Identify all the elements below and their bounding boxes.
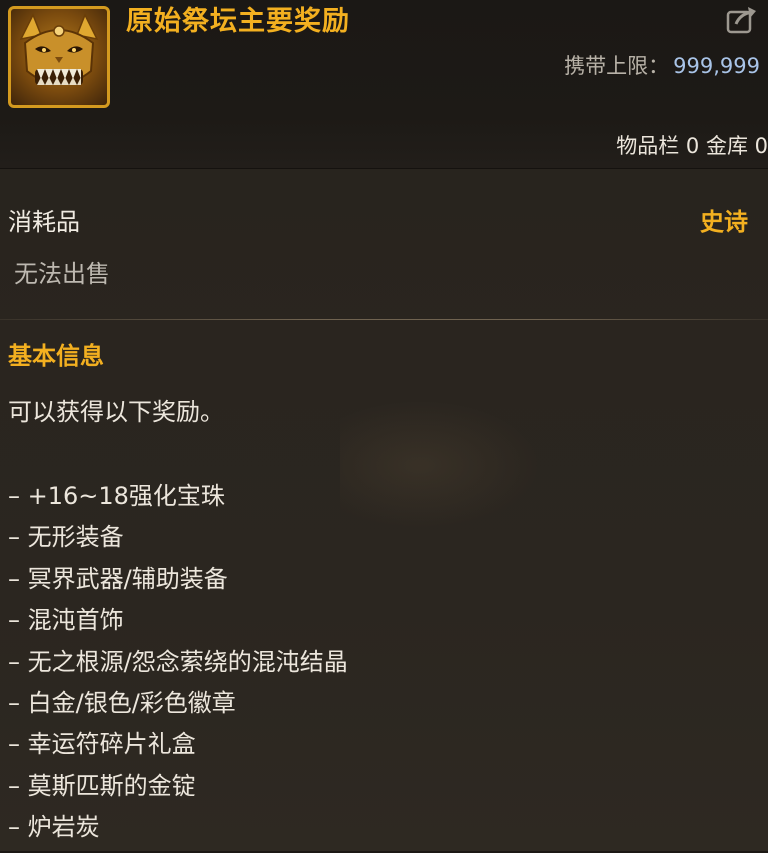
reward-item: – 无形装备 (8, 523, 124, 552)
background-watermark (340, 400, 540, 530)
tooltip-header: 原始祭坛主要奖励 携带上限： 999,999 物品栏 0 金库 0 (0, 0, 768, 169)
reward-item: – 幸运符碎片礼盒 (8, 730, 196, 759)
golden-demon-mask-icon (8, 6, 110, 108)
carry-limit-value: 999,999 (673, 54, 760, 78)
basic-info-description: 可以获得以下奖励。 (8, 398, 224, 426)
carry-limit: 携带上限： 999,999 (564, 52, 760, 80)
basic-info-title: 基本信息 (8, 342, 104, 370)
reward-item: – 白金/银色/彩色徽章 (8, 688, 236, 717)
share-export-icon[interactable] (726, 6, 758, 34)
item-tooltip: 原始祭坛主要奖励 携带上限： 999,999 物品栏 0 金库 0 消耗品 史诗 … (0, 0, 768, 851)
reward-item: – 混沌首饰 (8, 606, 124, 635)
inventory-count: 物品栏 0 金库 0 (616, 134, 768, 158)
reward-item: – 莫斯匹斯的金锭 (8, 771, 196, 800)
reward-item: – 炉岩炭 (8, 813, 100, 842)
reward-item: – 冥界武器/辅助装备 (8, 564, 228, 593)
item-rarity: 史诗 (700, 208, 748, 236)
carry-limit-label: 携带上限： (564, 54, 670, 78)
item-tradable-status: 无法出售 (14, 260, 110, 288)
reward-item: – 无之根源/怨念萦绕的混沌结晶 (8, 647, 348, 676)
item-title: 原始祭坛主要奖励 (126, 6, 350, 37)
reward-list: – +16~18强化宝珠 – 无形装备 – 冥界武器/辅助装备 – 混沌首饰 –… (8, 480, 348, 853)
item-category: 消耗品 (8, 208, 80, 236)
section-divider (0, 319, 768, 320)
reward-item: – +16~18强化宝珠 (8, 482, 225, 510)
